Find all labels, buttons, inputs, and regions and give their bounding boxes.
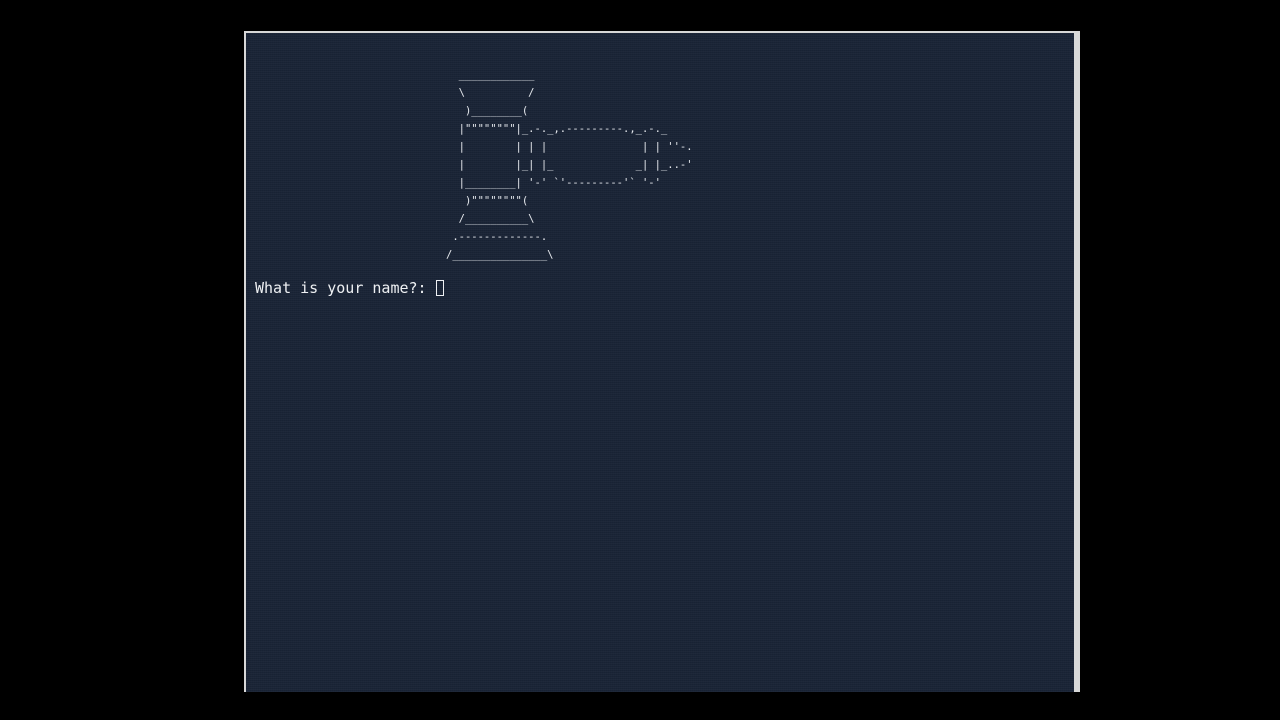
gavel-ascii-art: ____________ \ / )________( |""""""""|_.… xyxy=(446,69,693,261)
terminal-window: ____________ \ / )________( |""""""""|_.… xyxy=(244,31,1080,692)
name-prompt-line: What is your name?: xyxy=(255,279,444,297)
terminal-screen[interactable]: ____________ \ / )________( |""""""""|_.… xyxy=(246,33,1074,692)
prompt-label: What is your name?: xyxy=(255,279,427,297)
text-cursor xyxy=(435,280,444,296)
